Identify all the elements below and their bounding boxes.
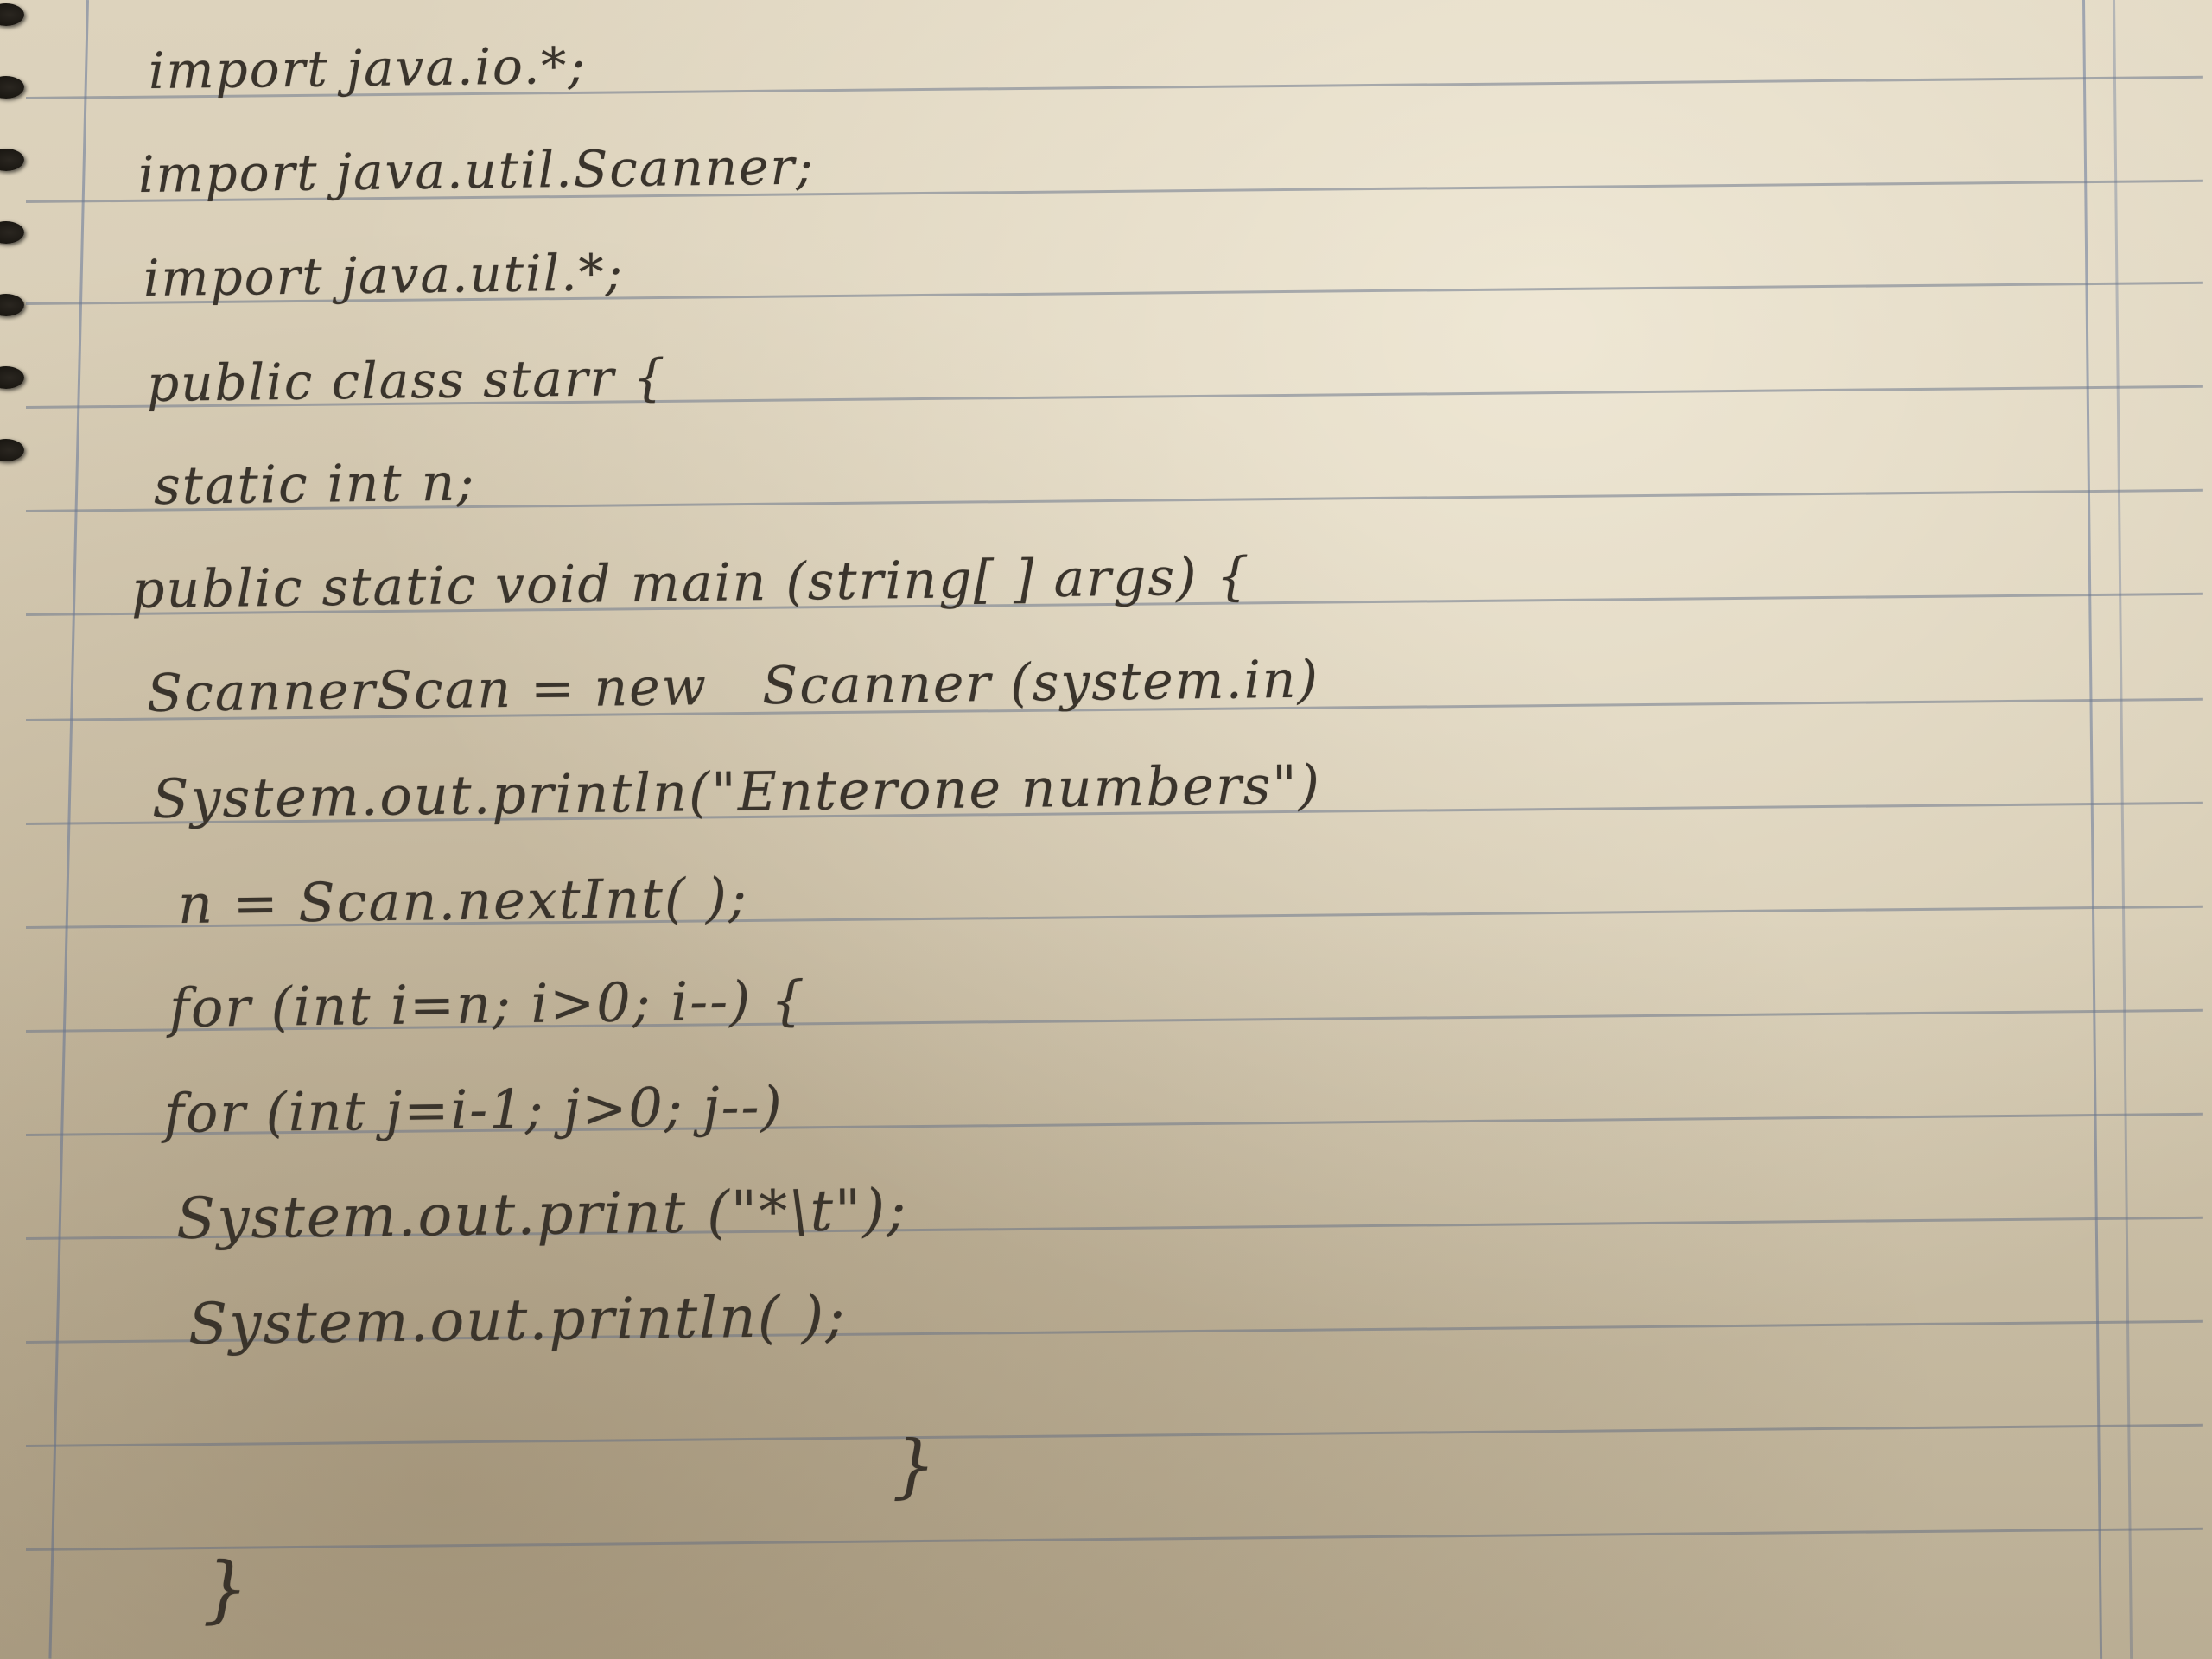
code-line-closing-brace-class: } bbox=[201, 1546, 251, 1631]
code-line-println: System.out.println( ); bbox=[188, 1282, 847, 1357]
code-line-prompt: System.out.println("Enterone numbers") bbox=[151, 753, 1322, 830]
code-line-inner-loop: for (int j=i-1; j>0; j--) bbox=[163, 1074, 785, 1145]
code-line-import-util: import java.util.*; bbox=[143, 243, 625, 308]
notebook-page: import java.io.*; import java.util.Scann… bbox=[0, 0, 2212, 1659]
left-margin-line bbox=[48, 0, 89, 1659]
code-line-read-int: n = Scan.nextInt( ); bbox=[177, 865, 749, 936]
binding-hole bbox=[0, 149, 24, 171]
code-line-scanner-init: ScannerScan = new Scanner (system.in) bbox=[146, 649, 1320, 724]
code-line-class-declaration: public class starr { bbox=[146, 347, 668, 413]
ruled-line bbox=[25, 1527, 2203, 1551]
binding-hole bbox=[0, 221, 24, 244]
right-margin-line bbox=[2082, 0, 2103, 1659]
code-line-static-field: static int n; bbox=[153, 452, 476, 517]
ruled-line bbox=[25, 1423, 2203, 1447]
binding-hole bbox=[0, 366, 24, 389]
code-line-import-io: import java.io.*; bbox=[148, 35, 588, 100]
binding-hole bbox=[0, 294, 24, 316]
binding-hole bbox=[0, 439, 24, 461]
code-line-outer-loop: for (int i=n; i>0; i--) { bbox=[168, 968, 807, 1039]
code-line-closing-brace-loop: } bbox=[891, 1425, 938, 1506]
code-line-import-scanner: import java.util.Scanner; bbox=[137, 137, 816, 204]
right-margin-line-outer bbox=[2113, 0, 2133, 1659]
binding-hole bbox=[0, 3, 24, 26]
binding-hole bbox=[0, 76, 24, 99]
code-line-print-star: System.out.print ("*\t"); bbox=[175, 1176, 908, 1252]
code-line-main-method: public static void main (string[ ] args)… bbox=[130, 546, 1252, 620]
photo-scene: import java.io.*; import java.util.Scann… bbox=[0, 0, 2212, 1659]
